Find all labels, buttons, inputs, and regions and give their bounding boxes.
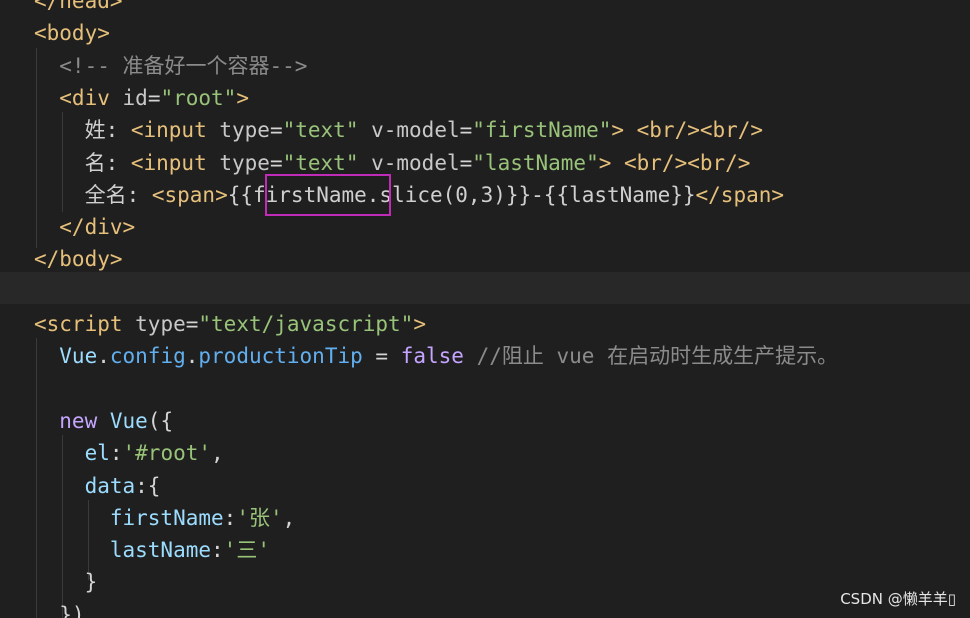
code-line-5[interactable]: 姓: <input type="text" v-model="firstName… (0, 114, 970, 146)
code-token: . (97, 344, 110, 369)
code-token: '三' (223, 538, 270, 563)
code-token: "text" (282, 150, 359, 175)
code-line-19[interactable]: } (0, 566, 970, 598)
code-line-7[interactable]: 全名: <span>{{firstName.slice(0,3)}}-{{las… (0, 179, 970, 211)
code-token: type (219, 150, 270, 175)
code-token: //阻止 vue 在启动时生成生产提示。 (463, 344, 839, 369)
code-token: = (147, 85, 161, 110)
code-token: Vue (109, 408, 148, 433)
code-token: . (185, 344, 199, 369)
code-line-15[interactable]: el:'#root', (0, 437, 970, 469)
code-token: firstName (34, 505, 224, 530)
code-token: ({ (147, 408, 174, 433)
code-token: "text/javascript" (198, 312, 414, 336)
code-token: v-model (358, 150, 460, 175)
code-token: = (269, 150, 283, 175)
code-line-20[interactable]: }) (0, 599, 970, 618)
code-token: "lastName" (472, 150, 599, 175)
code-token: new (34, 408, 110, 433)
code-line-17[interactable]: firstName:'张', (0, 502, 970, 534)
code-line-18[interactable]: lastName:'三' (0, 534, 970, 566)
code-line-1[interactable]: </head> (0, 0, 970, 17)
code-token: lastName (34, 538, 212, 563)
code-token: </body> (34, 247, 123, 272)
code-token: "text" (282, 118, 359, 143)
code-token: : (223, 505, 237, 530)
code-token: <div (34, 85, 123, 110)
code-token: <!-- 准备好一个容器--> (34, 53, 308, 78)
code-token: <script (34, 312, 136, 336)
code-line-14[interactable]: new Vue({ (0, 405, 970, 437)
code-token: Vue (34, 344, 98, 369)
code-line-10[interactable] (0, 276, 970, 308)
code-token: type (135, 312, 186, 336)
code-token: '张' (236, 505, 283, 530)
code-token: false (400, 344, 464, 369)
code-token: = (362, 344, 401, 369)
code-line-2[interactable]: <body> (0, 17, 970, 49)
code-token: > <br/><br/> (598, 150, 751, 175)
code-token: } (34, 570, 98, 595)
code-token: > <br/><br/> (611, 118, 764, 143)
code-token: = (269, 118, 283, 143)
code-token: <input (130, 150, 220, 175)
code-line-11[interactable]: <script type="text/javascript"> (0, 308, 970, 340)
code-token: '#root' (122, 441, 212, 466)
code-token: :{ (135, 473, 161, 498)
code-token: data (34, 473, 136, 498)
code-token: = (459, 118, 473, 143)
code-token: > (413, 312, 426, 336)
code-token: type (219, 118, 270, 143)
code-token: 姓: (34, 118, 131, 143)
code-line-3[interactable]: <!-- 准备好一个容器--> (0, 50, 970, 82)
code-token: </head> (34, 0, 123, 13)
code-token: "root" (160, 85, 237, 110)
code-token: v-model (358, 118, 460, 143)
code-token: 全名: (34, 182, 152, 207)
code-token: > (236, 85, 249, 110)
code-token: <span> (151, 182, 228, 207)
code-line-16[interactable]: data:{ (0, 470, 970, 502)
code-line-8[interactable]: </div> (0, 211, 970, 243)
code-token: }) (34, 602, 85, 618)
annotation-box (265, 174, 391, 216)
code-line-4[interactable]: <div id="root"> (0, 82, 970, 114)
code-token: id (122, 85, 148, 110)
code-line-9[interactable]: </body> (0, 243, 970, 275)
code-token: = (459, 150, 473, 175)
code-line-6[interactable]: 名: <input type="text" v-model="lastName"… (0, 147, 970, 179)
code-editor[interactable]: </head> <body> <!-- 准备好一个容器--> <div id="r… (0, 0, 970, 618)
code-token: config (109, 344, 186, 369)
code-token: el (34, 441, 110, 466)
code-line-13[interactable] (0, 373, 970, 405)
code-token: , (211, 441, 224, 466)
code-token: </span> (695, 182, 785, 207)
code-line-12[interactable]: Vue.config.productionTip = false //阻止 vu… (0, 340, 970, 372)
code-token: : (211, 538, 224, 563)
code-token: productionTip (198, 344, 363, 369)
code-token: <input (130, 118, 220, 143)
code-token: = (185, 312, 199, 336)
code-token: , (282, 505, 296, 530)
code-token: "firstName" (472, 118, 612, 143)
watermark: CSDN @懒羊羊▯ (840, 590, 956, 608)
code-token: : (109, 441, 123, 466)
code-token: <body> (34, 21, 110, 46)
code-token: 名: (34, 150, 131, 175)
code-token: </div> (34, 215, 136, 240)
